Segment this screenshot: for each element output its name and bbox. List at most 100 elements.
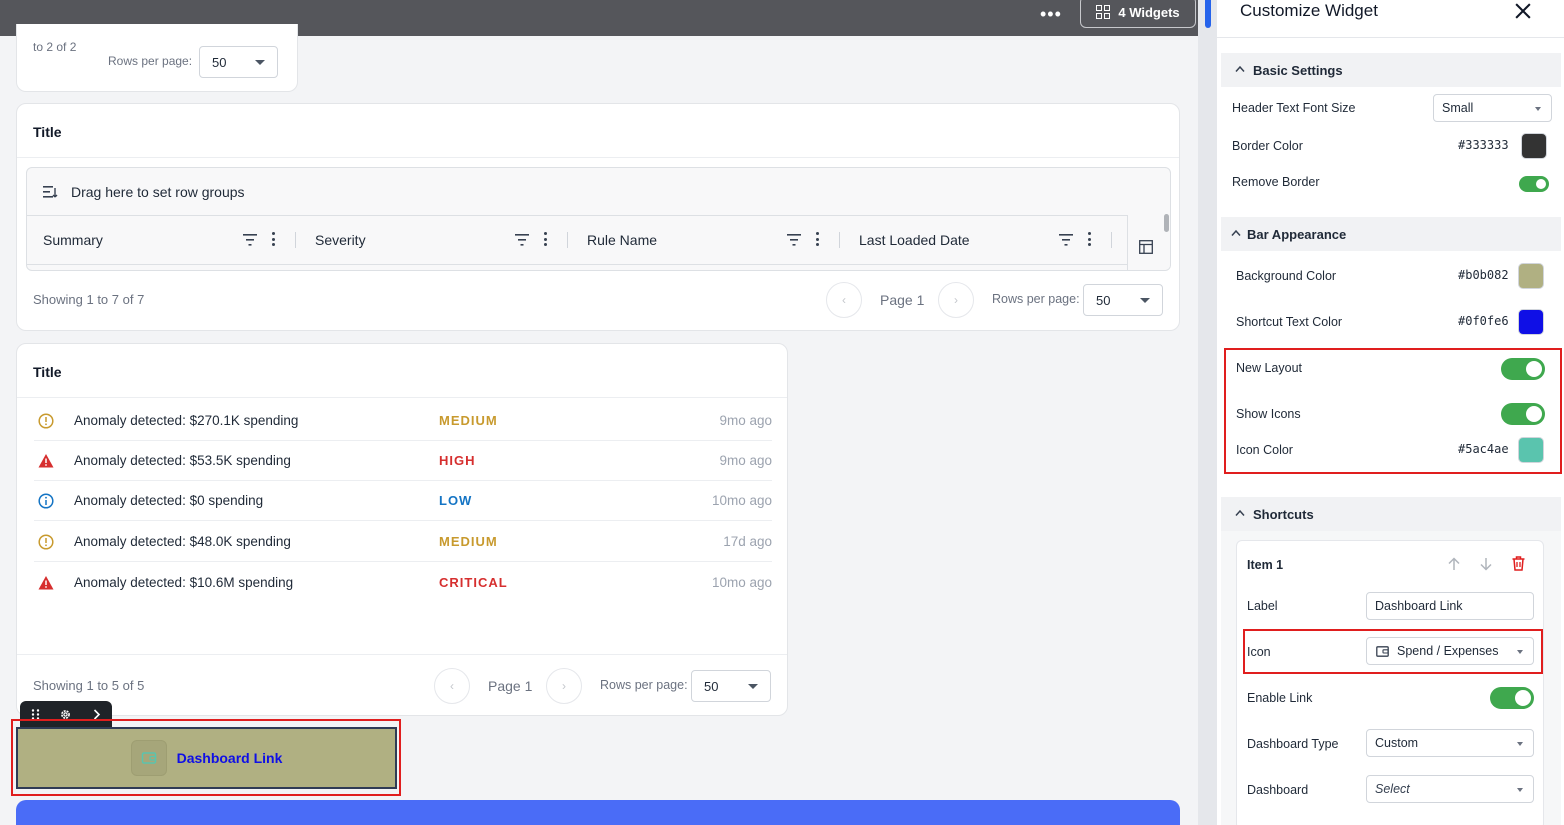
anomaly-list-widget: Title Anomaly detected: $270.1K spending… [16,343,788,716]
caret-down-icon [1535,107,1541,111]
more-horizontal-icon[interactable]: ••• [1040,5,1062,23]
column-header-summary[interactable]: Summary [27,216,299,264]
info-circle-icon [38,493,54,509]
widget-title: Title [33,124,62,140]
rows-per-page-select[interactable]: 50 [199,46,278,78]
dashboard-type-select[interactable]: Custom [1366,729,1534,757]
column-menu-icon[interactable] [816,232,820,246]
dashboard-select[interactable]: Select [1366,775,1534,803]
background-color-swatch[interactable] [1518,263,1544,289]
drag-handle-icon[interactable] [29,708,42,721]
icon-color-label: Icon Color [1236,443,1293,457]
page-label: Page 1 [880,292,925,308]
filter-icon[interactable] [243,234,257,246]
wallet-icon [130,740,167,776]
warning-circle-icon [38,413,54,429]
dashboard-type-label: Dashboard Type [1247,737,1339,751]
dashboard-canvas: ••• 4 Widgets to 2 of 2 Rows per page: 5… [0,0,1198,825]
row-group-dropzone[interactable]: Drag here to set row groups [43,184,245,200]
icon-select[interactable]: Spend / Expenses [1366,637,1534,665]
showing-text: Showing 1 to 7 of 7 [33,292,145,307]
list-footer: Showing 1 to 5 of 5 ‹ Page 1 › Rows per … [17,666,787,706]
chevron-up-icon [1231,229,1241,236]
shortcut-item-card: Item 1 Label Dashboard Link Icon Spend /… [1236,540,1544,825]
rows-per-page-select[interactable]: 50 [1083,284,1163,316]
alerts-table-widget: Title Drag here to set row groups Summar… [16,103,1180,331]
filter-icon[interactable] [787,234,801,246]
item-title: Item 1 [1247,558,1284,572]
chevron-right-icon[interactable] [90,708,103,721]
timestamp: 10mo ago [711,493,772,508]
column-menu-icon[interactable] [1088,232,1092,246]
severity-badge: LOW [439,493,473,508]
close-icon[interactable] [1515,3,1531,19]
warning-circle-icon [38,534,54,550]
gear-icon[interactable] [59,708,72,721]
grid-icon [1096,5,1111,19]
prev-page-button[interactable]: ‹ [826,282,862,318]
arrow-up-icon[interactable] [1447,557,1461,571]
table-widget-top: to 2 of 2 Rows per page: 50 [16,24,298,92]
list-item[interactable]: Anomaly detected: $270.1K spending MEDIU… [34,401,772,441]
list-item[interactable]: Anomaly detected: $0 spending LOW 10mo a… [34,481,772,521]
next-page-button[interactable]: › [546,668,582,704]
border-color-label: Border Color [1232,139,1303,153]
timestamp: 9mo ago [719,453,772,468]
column-menu-icon[interactable] [272,232,276,246]
arrow-down-icon[interactable] [1479,557,1493,571]
show-icons-toggle[interactable] [1501,403,1545,425]
page-label: Page 1 [488,678,533,694]
rows-per-page-label: Rows per page: [108,54,193,68]
list-item[interactable]: Anomaly detected: $53.5K spending HIGH 9… [34,441,772,481]
row-group-icon [43,186,58,198]
background-color-hex: #b0b082 [1458,268,1509,282]
enable-link-label: Enable Link [1247,691,1313,705]
shortcut-text-color-swatch[interactable] [1518,309,1544,335]
widgets-button[interactable]: 4 Widgets [1080,0,1196,28]
column-header-rule-name[interactable]: Rule Name [571,216,843,264]
icon-color-swatch[interactable] [1518,437,1544,463]
chevron-up-icon [1235,65,1245,72]
new-layout-toggle[interactable] [1501,358,1545,380]
shortcut-text-color-hex: #0f0fe6 [1458,314,1509,328]
timestamp: 10mo ago [711,575,772,590]
label-input[interactable]: Dashboard Link [1366,592,1534,620]
section-bar-appearance[interactable]: Bar Appearance [1221,217,1561,251]
list-item[interactable]: Anomaly detected: $10.6M spending CRITIC… [34,563,772,603]
column-header-last-loaded-date[interactable]: Last Loaded Date [843,216,1127,264]
new-layout-label: New Layout [1236,361,1303,375]
section-shortcuts[interactable]: Shortcuts [1221,497,1561,531]
rows-per-page-label: Rows per page: [600,678,688,692]
column-menu-icon[interactable] [544,232,548,246]
customize-widget-panel: Customize Widget Basic Settings Header T… [1216,0,1564,825]
alert-triangle-icon [38,576,54,590]
shortcut-bar-widget[interactable]: Dashboard Link [16,727,397,789]
caret-down-icon [748,684,758,689]
severity-badge: MEDIUM [439,413,498,428]
section-basic-settings[interactable]: Basic Settings [1221,53,1561,87]
vertical-scrollbar[interactable] [1164,214,1169,232]
remove-border-toggle[interactable] [1519,176,1549,192]
widget-toolbar [20,701,112,727]
filter-icon[interactable] [1059,234,1073,246]
chevron-up-icon [1235,509,1245,516]
caret-down-icon [1517,788,1523,792]
list-item[interactable]: Anomaly detected: $48.0K spending MEDIUM… [34,522,772,562]
dashboard-label: Dashboard [1247,783,1309,797]
column-header-severity[interactable]: Severity [299,216,571,264]
border-color-swatch[interactable] [1521,133,1547,159]
next-page-button[interactable]: › [938,282,974,318]
divider [17,397,787,398]
show-icons-label: Show Icons [1236,407,1301,421]
rows-per-page-select[interactable]: 50 [691,670,771,702]
prev-page-button[interactable]: ‹ [434,668,470,704]
filter-icon[interactable] [515,234,529,246]
shortcut-label[interactable]: Dashboard Link [177,750,283,766]
timestamp: 17d ago [723,534,772,549]
header-font-size-select[interactable]: Small [1433,94,1552,122]
data-grid: Drag here to set row groups Summary Seve… [26,167,1171,271]
enable-link-toggle[interactable] [1490,687,1534,709]
trash-icon[interactable] [1512,556,1525,571]
columns-panel-icon[interactable] [1139,240,1153,254]
panel-resize-strip[interactable] [1198,0,1216,825]
